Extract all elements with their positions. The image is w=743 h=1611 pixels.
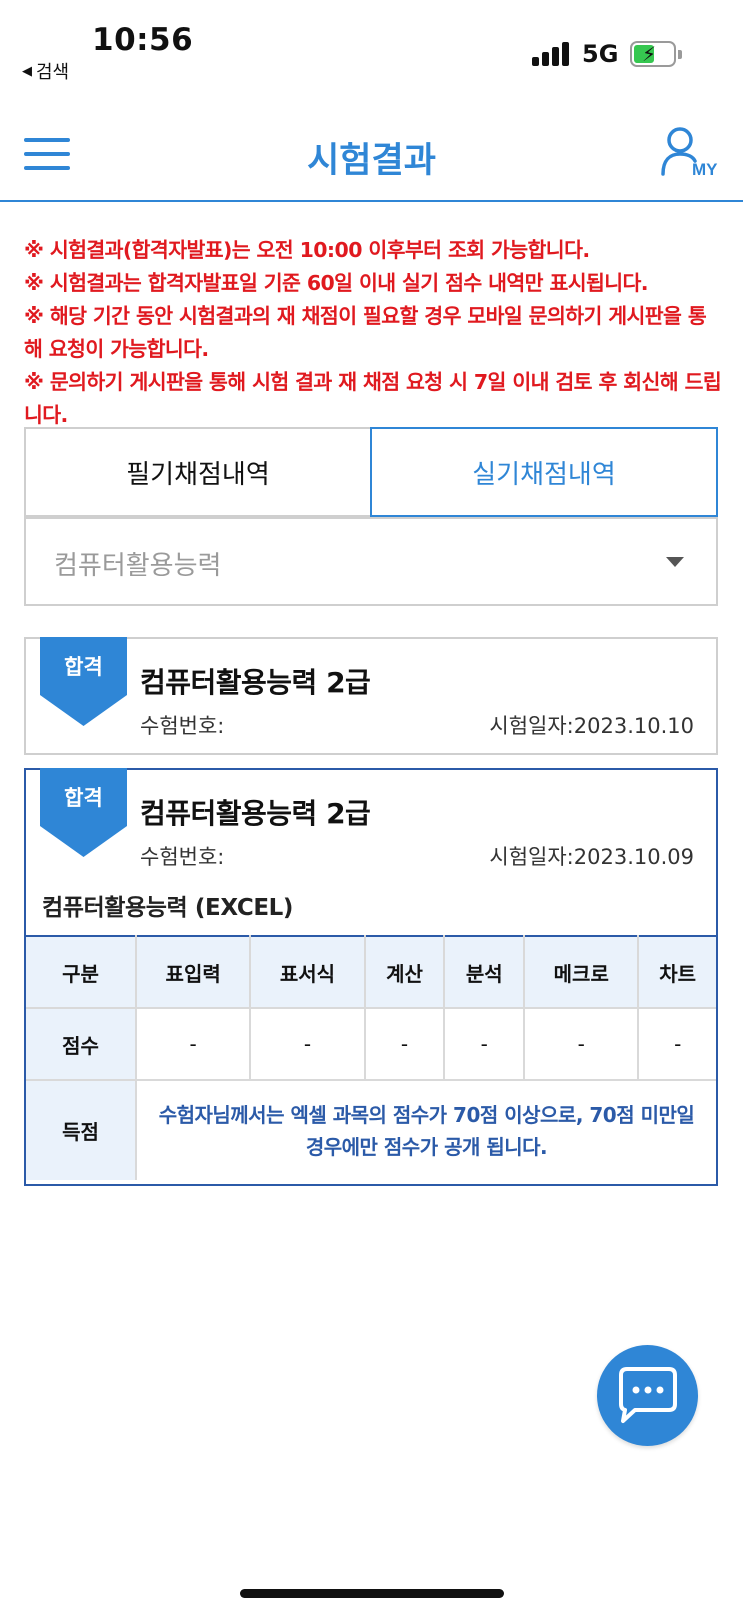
tab-practical-grading[interactable]: 실기채점내역 xyxy=(370,427,718,517)
table-row: 점수 - - - - - - xyxy=(26,1007,716,1081)
status-time: 10:56 xyxy=(92,22,194,58)
score-cell: - xyxy=(637,1007,716,1081)
app-header: 시험결과 MY xyxy=(0,100,743,202)
chevron-down-icon xyxy=(666,557,684,567)
score-cell: - xyxy=(363,1007,446,1081)
table-header-cell: 분석 xyxy=(443,936,526,1009)
result-card-expanded[interactable]: 합격 컴퓨터활용능력 2급 수험번호: 시험일자:2023.10.09 컴퓨터활… xyxy=(24,768,718,1186)
table-row: 득점 수험자님께서는 엑셀 과목의 점수가 70점 이상으로, 70점 미만일 … xyxy=(26,1079,716,1180)
notice-item: ※ 시험결과(합격자발표)는 오전 10:00 이후부터 조회 가능합니다. xyxy=(24,238,590,262)
exam-type-select-value: 컴퓨터활용능력 xyxy=(54,551,222,581)
notice-item: ※ 해당 기간 동안 시험결과의 재 채점이 필요할 경우 모바일 문의하기 게… xyxy=(24,304,707,361)
score-cell: - xyxy=(249,1007,366,1081)
back-to-search[interactable]: ◀ 검색 xyxy=(22,58,69,84)
score-cell: - xyxy=(523,1007,640,1081)
my-page-button[interactable]: MY xyxy=(660,126,722,184)
score-cell: - xyxy=(443,1007,526,1081)
notice-item: ※ 문의하기 게시판을 통해 시험 결과 재 채점 요청 시 7일 이내 검토 … xyxy=(24,370,722,427)
back-arrow-icon: ◀ xyxy=(22,63,32,79)
page-title: 시험결과 xyxy=(307,141,436,181)
row-label-score: 점수 xyxy=(26,1007,137,1081)
table-header-cell: 메크로 xyxy=(523,936,640,1009)
score-table: 구분 표입력 표서식 계산 분석 메크로 차트 점수 - - - - - - 득… xyxy=(26,935,716,1180)
notice-list: ※ 시험결과(합격자발표)는 오전 10:00 이후부터 조회 가능합니다. ※… xyxy=(24,234,724,432)
status-bar: 10:56 ◀ 검색 5G ⚡ xyxy=(0,0,743,100)
subject-title: 컴퓨터활용능력 (EXCEL) xyxy=(42,895,294,921)
signal-icon xyxy=(532,42,572,66)
exam-date: 시험일자:2023.10.10 xyxy=(489,714,694,738)
score-disclosure-note: 수험자님께서는 엑셀 과목의 점수가 70점 이상으로, 70점 미만일 경우에… xyxy=(135,1079,716,1180)
tab-written-grading[interactable]: 필기채점내역 xyxy=(24,427,370,517)
table-header-cell: 표서식 xyxy=(249,936,366,1009)
table-header-cell: 표입력 xyxy=(134,936,252,1009)
table-header-row: 구분 표입력 표서식 계산 분석 메크로 차트 xyxy=(26,936,716,1009)
exam-number-label: 수험번호: xyxy=(140,714,225,738)
network-label: 5G xyxy=(582,40,619,68)
my-label: MY xyxy=(692,160,718,179)
chat-inquiry-button[interactable] xyxy=(597,1345,698,1446)
result-card[interactable]: 합격 컴퓨터활용능력 2급 수험번호: 시험일자:2023.10.10 xyxy=(24,637,718,755)
home-indicator[interactable] xyxy=(240,1589,504,1598)
table-header-cell: 차트 xyxy=(637,936,716,1009)
result-title: 컴퓨터활용능력 2급 xyxy=(140,797,371,830)
table-header-cell: 계산 xyxy=(363,936,446,1009)
row-label-gain: 득점 xyxy=(26,1079,137,1180)
pass-badge: 합격 xyxy=(64,655,103,679)
notice-item: ※ 시험결과는 합격자발표일 기준 60일 이내 실기 점수 내역만 표시됩니다… xyxy=(24,271,649,295)
back-label: 검색 xyxy=(36,62,70,83)
grading-tabs: 필기채점내역 실기채점내역 xyxy=(24,427,718,517)
result-title: 컴퓨터활용능력 2급 xyxy=(140,666,371,699)
battery-icon: ⚡ xyxy=(630,41,682,67)
score-cell: - xyxy=(134,1007,252,1081)
exam-number-label: 수험번호: xyxy=(140,845,225,869)
exam-date: 시험일자:2023.10.09 xyxy=(489,845,694,869)
table-header-cell: 구분 xyxy=(26,936,137,1009)
pass-badge: 합격 xyxy=(64,786,103,810)
exam-type-select[interactable]: 컴퓨터활용능력 xyxy=(24,517,718,606)
chat-bubble-icon xyxy=(619,1367,677,1423)
